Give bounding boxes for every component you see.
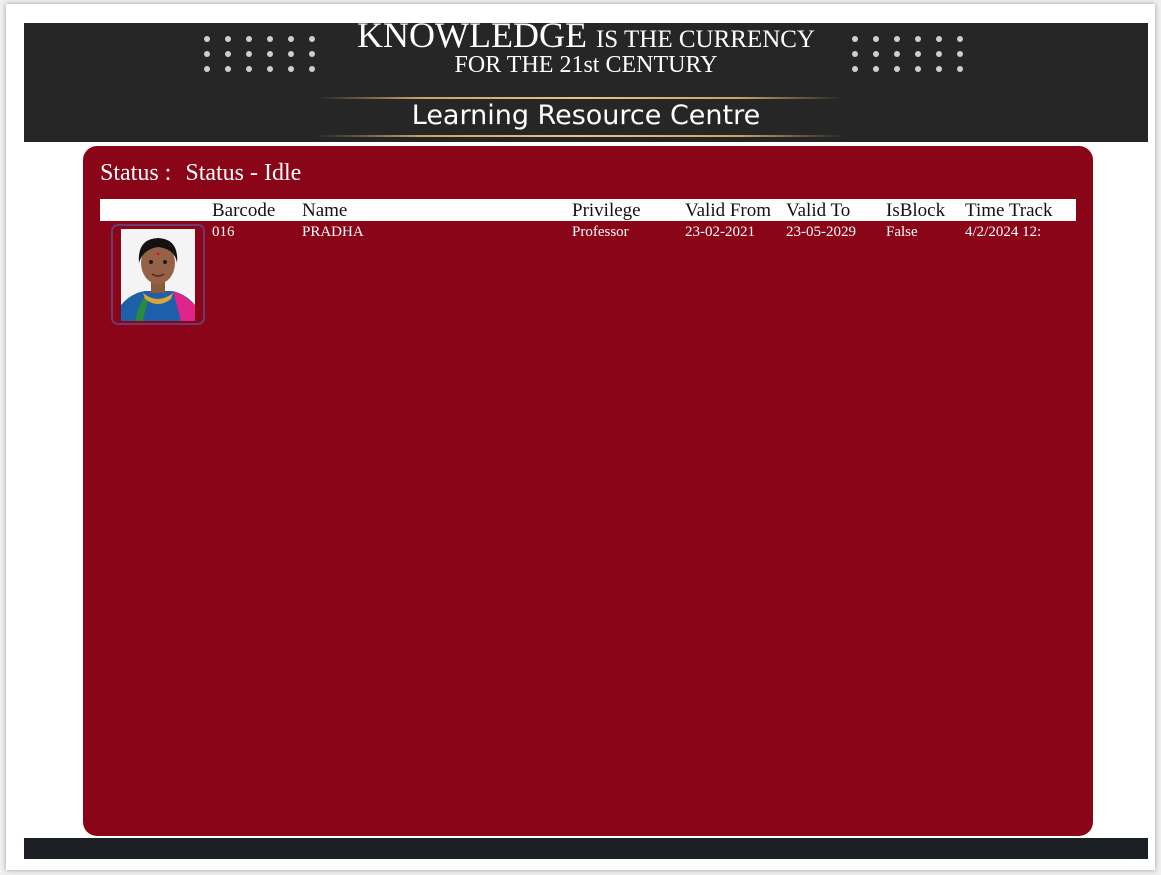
portrait-icon bbox=[121, 229, 195, 321]
cell-privilege: Professor bbox=[572, 224, 629, 240]
tagline-line-2: FOR THE 21st CENTURY bbox=[454, 52, 718, 78]
header-name: Name bbox=[302, 200, 348, 221]
header-valid-to: Valid To bbox=[786, 200, 851, 221]
status-value: Status - Idle bbox=[185, 160, 302, 186]
header-privilege: Privilege bbox=[572, 200, 641, 221]
header-barcode: Barcode bbox=[212, 200, 276, 221]
header-time-track: Time Track bbox=[965, 200, 1053, 221]
cell-valid-from: 23-02-2021 bbox=[685, 224, 755, 240]
member-photo bbox=[111, 224, 205, 325]
table-row[interactable]: 016 PRADHA Professor 23-02-2021 23-05-20… bbox=[100, 223, 1076, 243]
cell-valid-to: 23-05-2029 bbox=[786, 224, 856, 240]
status-line: Status : Status - Idle bbox=[100, 158, 301, 188]
header-valid-from: Valid From bbox=[685, 200, 772, 221]
cell-time-track: 4/2/2024 12: bbox=[965, 224, 1042, 240]
cell-name: PRADHA bbox=[302, 224, 364, 240]
status-label: Status : bbox=[100, 160, 172, 186]
centre-title: Learning Resource Centre bbox=[411, 100, 761, 131]
cell-barcode: 016 bbox=[212, 224, 235, 240]
tagline-rest: IS THE CURRENCY bbox=[595, 26, 815, 53]
table-header: Barcode Name Privilege Valid From Valid … bbox=[100, 199, 1076, 221]
header-banner: KNOWLEDGE IS THE CURRENCY FOR THE 21st C… bbox=[24, 23, 1148, 142]
cell-isblock: False bbox=[886, 224, 918, 240]
footer-bar bbox=[24, 838, 1148, 859]
status-panel: Status : Status - Idle Barcode Name Privi… bbox=[83, 146, 1093, 836]
gold-divider-bottom bbox=[316, 135, 844, 137]
header-isblock: IsBlock bbox=[886, 200, 946, 221]
